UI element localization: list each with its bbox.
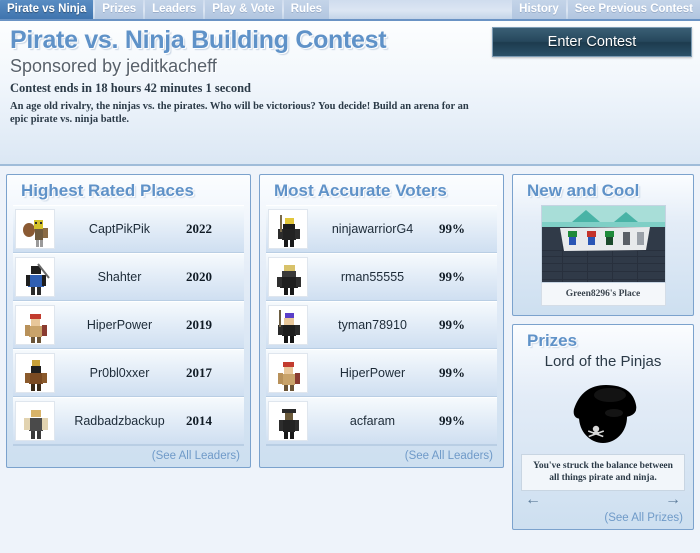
prize-item-name: Lord of the Pinjas bbox=[544, 353, 662, 370]
table-cell-score: 99% bbox=[439, 317, 465, 332]
table-cell-name: HiperPower bbox=[339, 366, 406, 380]
avatar bbox=[268, 353, 308, 393]
table-row[interactable]: acfaram 99% bbox=[266, 397, 497, 445]
table-row[interactable]: HiperPower 2019 bbox=[13, 301, 244, 349]
table-cell-name: ninjawarriorG4 bbox=[331, 222, 414, 236]
table-cell-score: 2014 bbox=[186, 413, 212, 428]
column-accurate-voters: Most Accurate Voters ninjawarriorG4 99% … bbox=[259, 174, 504, 545]
table-cell-name: tyman78910 bbox=[338, 318, 407, 332]
table-row[interactable]: HiperPower 99% bbox=[266, 349, 497, 397]
new-and-cool-title: New and Cool bbox=[527, 181, 640, 200]
table-cell-score: 2019 bbox=[186, 317, 212, 332]
table-row[interactable]: Pr0bl0xxer 2017 bbox=[13, 349, 244, 397]
table-cell-name: HiperPower bbox=[86, 318, 153, 332]
prize-item-description: You've struck the balance between all th… bbox=[521, 454, 685, 491]
place-caption: Green8296's Place bbox=[540, 283, 666, 306]
avatar bbox=[15, 257, 55, 297]
tab-see-previous-contest[interactable]: See Previous Contest bbox=[567, 0, 700, 19]
enter-contest-button[interactable]: Enter Contest bbox=[492, 27, 692, 57]
table-row[interactable]: Radbadzbackup 2014 bbox=[13, 397, 244, 445]
see-all-leaders-link[interactable]: (See All Leaders) bbox=[13, 445, 244, 462]
avatar bbox=[15, 305, 55, 345]
tab-pirate-vs-ninja[interactable]: Pirate vs Ninja bbox=[0, 0, 94, 19]
contest-description: An age old rivalry, the ninjas vs. the p… bbox=[10, 100, 469, 125]
table-row[interactable]: tyman78910 99% bbox=[266, 301, 497, 349]
highest-rated-title: Highest Rated Places bbox=[21, 181, 194, 200]
table-row[interactable]: Shahter 2020 bbox=[13, 253, 244, 301]
contest-countdown: Contest ends in 18 hours 42 minutes 1 se… bbox=[10, 80, 252, 95]
prize-carousel-arrows: ← → bbox=[519, 491, 687, 508]
table-cell-score: 99% bbox=[439, 269, 465, 284]
accurate-voters-panel: Most Accurate Voters ninjawarriorG4 99% … bbox=[259, 174, 504, 468]
table-row[interactable]: ninjawarriorG4 99% bbox=[266, 205, 497, 253]
table-row[interactable]: CaptPikPik 2022 bbox=[13, 205, 244, 253]
tab-prizes[interactable]: Prizes bbox=[95, 0, 144, 19]
highest-rated-panel: Highest Rated Places CaptPikPik 2022 Sha… bbox=[6, 174, 251, 468]
avatar bbox=[268, 257, 308, 297]
column-highest-rated: Highest Rated Places CaptPikPik 2022 Sha… bbox=[6, 174, 251, 545]
table-row[interactable]: rman55555 99% bbox=[266, 253, 497, 301]
prizes-title: Prizes bbox=[527, 331, 578, 350]
table-cell-score: 99% bbox=[439, 221, 465, 236]
table-cell-name: acfaram bbox=[349, 414, 396, 428]
avatar bbox=[15, 209, 55, 249]
see-all-prizes-link[interactable]: (See All Prizes) bbox=[519, 508, 687, 524]
avatar bbox=[15, 401, 55, 441]
tab-play-and-vote[interactable]: Play & Vote bbox=[205, 0, 282, 19]
avatar bbox=[268, 401, 308, 441]
tab-leaders[interactable]: Leaders bbox=[145, 0, 204, 19]
top-tab-bar: Pirate vs Ninja Prizes Leaders Play & Vo… bbox=[0, 0, 700, 21]
new-and-cool-thumbnail-wrap: Green8296's Place bbox=[519, 205, 687, 310]
accurate-voters-title: Most Accurate Voters bbox=[274, 181, 447, 200]
place-thumbnail[interactable] bbox=[540, 205, 666, 283]
see-all-leaders-link[interactable]: (See All Leaders) bbox=[266, 445, 497, 462]
table-cell-score: 2020 bbox=[186, 269, 212, 284]
table-cell-name: Radbadzbackup bbox=[74, 414, 165, 428]
table-cell-score: 2017 bbox=[186, 365, 212, 380]
prev-prize-arrow-icon[interactable]: ← bbox=[525, 491, 541, 508]
prizes-panel: Prizes Lord of the Pinjas You've struck … bbox=[512, 324, 694, 530]
table-cell-score: 2022 bbox=[186, 221, 212, 236]
table-cell-score: 99% bbox=[439, 365, 465, 380]
avatar bbox=[268, 209, 308, 249]
page-title: Pirate vs. Ninja Building Contest bbox=[10, 26, 387, 54]
table-cell-name: rman55555 bbox=[340, 270, 405, 284]
table-cell-score: 99% bbox=[439, 413, 465, 428]
table-cell-name: Shahter bbox=[97, 270, 142, 284]
table-cell-name: Pr0bl0xxer bbox=[89, 366, 150, 380]
avatar bbox=[15, 353, 55, 393]
next-prize-arrow-icon[interactable]: → bbox=[665, 491, 681, 508]
tab-history[interactable]: History bbox=[512, 0, 566, 19]
avatar bbox=[268, 305, 308, 345]
tab-rules[interactable]: Rules bbox=[283, 0, 330, 19]
contest-banner: Pirate vs. Ninja Building Contest Sponso… bbox=[0, 21, 700, 166]
table-cell-name: CaptPikPik bbox=[88, 222, 151, 236]
prize-item-image[interactable] bbox=[519, 372, 687, 450]
column-sidebar: New and Cool Green8296's Place Prizes Lo… bbox=[512, 174, 694, 545]
new-and-cool-panel: New and Cool Green8296's Place bbox=[512, 174, 694, 316]
main-content: Highest Rated Places CaptPikPik 2022 Sha… bbox=[0, 166, 700, 551]
sponsor-text: Sponsored by jeditkacheff bbox=[10, 55, 217, 76]
